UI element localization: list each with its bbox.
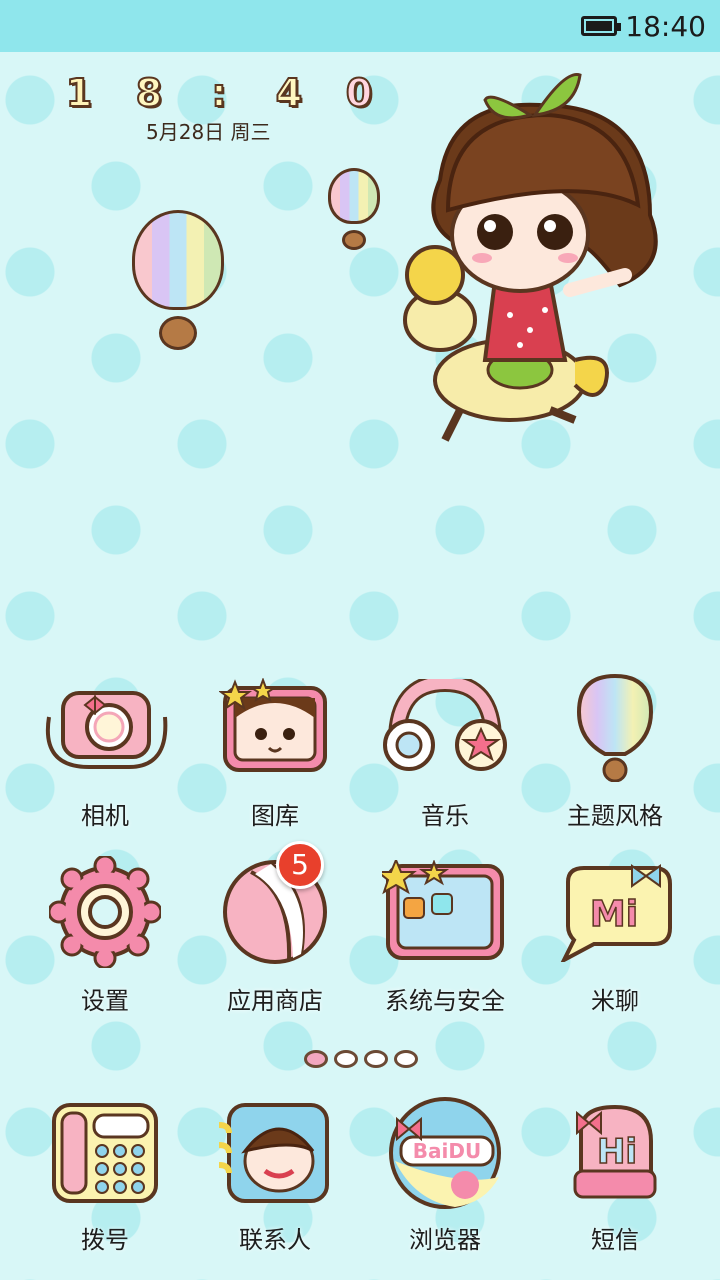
app-label: 应用商店 [227,987,323,1015]
app-camera[interactable]: 相机 [20,672,190,831]
app-label: 米聊 [591,987,639,1015]
clock-widget[interactable]: 1 8 : 4 0 [58,71,380,115]
app-phone[interactable]: 拨号 [20,1098,190,1255]
app-music[interactable]: 音乐 [360,672,530,831]
status-time: 18:40 [625,9,706,43]
page-indicator[interactable] [304,1050,418,1068]
app-gallery[interactable]: 图库 [190,672,360,831]
notification-badge: 5 [276,841,324,889]
svg-text:BaiDU: BaiDU [413,1139,481,1163]
clock-digit: 0 [345,71,373,115]
svg-text:Mi: Mi [590,894,638,935]
status-bar: 18:40 [0,0,720,52]
balloon-theme-icon [550,672,680,782]
mi-chat-icon: Mi [550,857,680,967]
app-label: 设置 [81,987,129,1015]
page-dot[interactable] [364,1050,388,1068]
clock-digit: : [210,71,227,115]
browser-icon: BaiDU [380,1097,510,1209]
ball-store-icon: 5 [210,841,340,967]
app-label: 主题风格 [567,802,663,830]
app-contacts[interactable]: 联系人 [190,1098,360,1255]
page-dot[interactable] [394,1050,418,1068]
gallery-icon [210,672,340,782]
app-messages[interactable]: Hi 短信 [530,1098,700,1255]
app-label: 短信 [591,1226,639,1254]
balloon-decoration [328,168,380,250]
app-store[interactable]: 5 应用商店 [190,841,360,1016]
contacts-icon [210,1098,340,1208]
girl-on-horse-illustration [403,73,658,442]
app-label: 浏览器 [409,1226,481,1254]
gear-icon [40,856,170,968]
app-security[interactable]: 系统与安全 [360,857,530,1016]
app-label: 联系人 [239,1226,311,1254]
app-label: 音乐 [421,802,469,830]
page-dot-active[interactable] [304,1050,328,1068]
clock-digit: 1 [65,71,93,115]
clock-digit: 4 [275,71,303,115]
svg-text:Hi: Hi [597,1132,637,1172]
headphones-icon [380,672,510,782]
security-icon [380,857,510,967]
message-icon: Hi [550,1098,680,1208]
app-grid: 相机 图库 音乐 主题风格 设置 5 应用商店 系统与安全 Mi 米聊 [20,672,700,1016]
balloon-decoration [132,210,224,350]
dock: 拨号 联系人 BaiDU 浏览器 Hi 短信 [20,1097,700,1255]
clock-date: 5月28日 周三 [146,120,271,144]
app-browser[interactable]: BaiDU 浏览器 [360,1097,530,1255]
app-theme[interactable]: 主题风格 [530,672,700,831]
app-label: 相机 [81,802,129,830]
camera-icon [40,672,170,782]
phone-icon [40,1098,170,1208]
battery-icon [581,16,622,36]
app-label: 系统与安全 [385,987,505,1015]
page-dot[interactable] [334,1050,358,1068]
app-label: 图库 [251,802,299,830]
app-mi-chat[interactable]: Mi 米聊 [530,857,700,1016]
app-settings[interactable]: 设置 [20,856,190,1016]
clock-digit: 8 [135,71,163,115]
app-label: 拨号 [81,1226,129,1254]
